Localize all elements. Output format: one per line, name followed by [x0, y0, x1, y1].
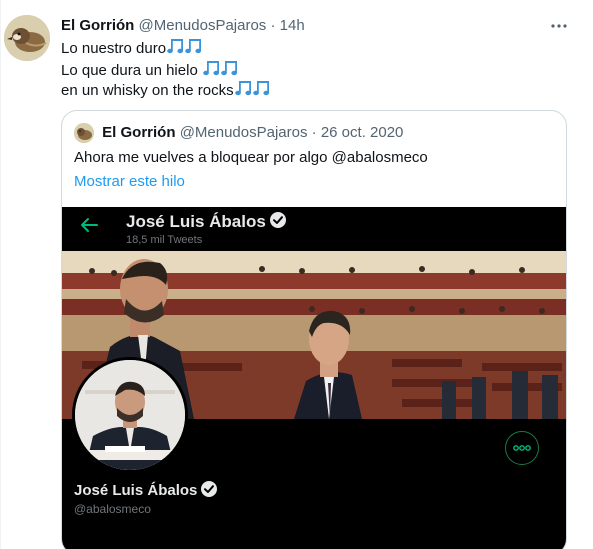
quoted-separator: · [311, 124, 317, 141]
tweet-count: 18,5 mil Tweets [126, 234, 203, 246]
tweet-line-3: en un whisky on the rocks [61, 79, 271, 99]
profile-title-text: José Luis Ábalos [126, 211, 266, 231]
tweet-line-text: en un whisky on the rocks [61, 81, 234, 99]
quoted-tweet-text: Ahora me vuelves a bloquear por algo @ab… [74, 149, 428, 166]
author-handle[interactable]: @MenudosPajaros [139, 17, 267, 34]
tweet-line-text: Lo nuestro duro [61, 39, 167, 57]
back-arrow-icon [80, 217, 98, 233]
tweet-line-text: Lo que dura un hielo [61, 61, 202, 79]
tweet-header: El Gorrión @MenudosPajaros · 14h [61, 17, 305, 34]
quoted-tweet[interactable]: El Gorrión @MenudosPajaros · 26 oct. 202… [61, 110, 567, 549]
tweet-time[interactable]: 14h [280, 17, 305, 34]
verified-badge-icon [269, 211, 287, 234]
author-avatar[interactable] [4, 15, 50, 61]
music-notes-icon [167, 37, 203, 61]
quoted-tweet-header: El Gorrión @MenudosPajaros · 26 oct. 202… [74, 123, 404, 144]
profile-name: José Luis Ábalos [74, 480, 218, 502]
quoted-author-avatar [74, 123, 94, 144]
quoted-author-handle: @MenudosPajaros [179, 124, 308, 141]
tweet-line-1: Lo nuestro duro [61, 37, 203, 57]
profile-title: José Luis Ábalos [126, 211, 287, 234]
attached-image[interactable]: José Luis Ábalos 18,5 mil Tweets José Lu… [62, 207, 566, 549]
tweet[interactable]: El Gorrión @MenudosPajaros · 14h Lo nues… [0, 0, 593, 549]
quoted-author-name: El Gorrión [102, 124, 176, 141]
profile-handle: @abalosmeco [74, 502, 151, 516]
author-name[interactable]: El Gorrión [61, 17, 134, 34]
profile-name-text: José Luis Ábalos [74, 481, 198, 499]
profile-more-icon [505, 431, 539, 465]
music-notes-icon [234, 79, 271, 103]
quoted-date: 26 oct. 2020 [320, 124, 404, 141]
header-separator: · [270, 17, 276, 34]
verified-badge-icon [200, 480, 218, 502]
tweet-line-2: Lo que dura un hielo [61, 59, 239, 79]
show-thread-link[interactable]: Mostrar este hilo [74, 173, 185, 190]
profile-avatar [72, 357, 188, 473]
more-options-icon[interactable] [549, 18, 569, 34]
